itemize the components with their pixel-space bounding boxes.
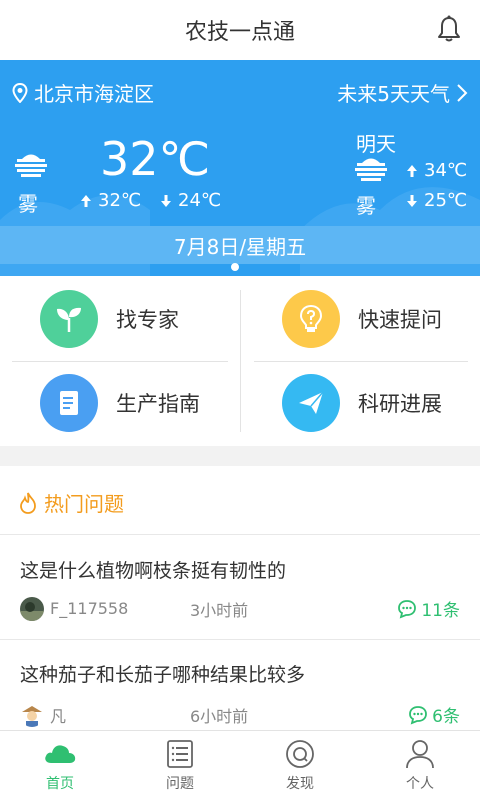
divider bbox=[254, 361, 468, 362]
location[interactable]: 北京市海淀区 bbox=[12, 78, 154, 107]
weather-card[interactable]: 北京市海淀区 未来5天天气 雾 32℃ 32℃ 24℃ 明天 雾 34℃ 25℃… bbox=[0, 60, 480, 276]
question-meta: F_117558 3小时前 11条 bbox=[20, 596, 460, 621]
forecast-label: 未来5天天气 bbox=[337, 82, 450, 106]
today-condition: 雾 bbox=[18, 192, 38, 216]
tab-home[interactable]: 首页 bbox=[0, 731, 120, 800]
menu-label: 生产指南 bbox=[116, 392, 200, 416]
today-high-value: 32℃ bbox=[98, 190, 142, 211]
comment-count-value: 11条 bbox=[421, 601, 460, 621]
username[interactable]: F_117558 bbox=[50, 599, 190, 618]
comment-count[interactable]: 6条 bbox=[408, 702, 460, 727]
seedling-icon bbox=[40, 290, 98, 348]
divider bbox=[240, 290, 241, 432]
menu-label: 快速提问 bbox=[358, 308, 442, 332]
tomorrow-label: 明天 bbox=[356, 132, 396, 156]
document-icon bbox=[40, 374, 98, 432]
tab-label: 个人 bbox=[406, 775, 434, 792]
comment-icon bbox=[409, 705, 428, 724]
divider bbox=[0, 534, 480, 535]
comment-count-value: 6条 bbox=[432, 707, 460, 727]
tab-profile[interactable]: 个人 bbox=[360, 731, 480, 800]
tomorrow-high: 34℃ bbox=[406, 160, 467, 181]
divider bbox=[12, 361, 228, 362]
tab-discover[interactable]: 发现 bbox=[240, 731, 360, 800]
menu-label: 找专家 bbox=[116, 308, 179, 332]
quick-menu: 找专家 快速提问 生产指南 科研进展 bbox=[0, 276, 480, 446]
bell-icon[interactable] bbox=[434, 14, 464, 44]
post-time: 3小时前 bbox=[190, 600, 249, 620]
tab-label: 发现 bbox=[286, 775, 314, 792]
menu-item-find-expert[interactable]: 找专家 bbox=[40, 290, 179, 348]
tomorrow-condition: 雾 bbox=[356, 194, 376, 218]
arrow-down-icon bbox=[407, 194, 417, 207]
arrow-up-icon bbox=[407, 164, 417, 177]
home-cloud-icon bbox=[45, 744, 76, 763]
tab-label: 首页 bbox=[46, 775, 74, 792]
tomorrow-low: 25℃ bbox=[406, 190, 467, 211]
hot-questions-section: 热门问题 这是什么植物啊枝条挺有韧性的 F_117558 3小时前 11条 这种… bbox=[0, 466, 480, 732]
menu-item-production-guide[interactable]: 生产指南 bbox=[40, 374, 200, 432]
question-text: 这是什么植物啊枝条挺有韧性的 bbox=[20, 560, 287, 582]
paper-plane-icon bbox=[282, 374, 340, 432]
forecast-link[interactable]: 未来5天天气 bbox=[337, 78, 468, 107]
tomorrow-high-value: 34℃ bbox=[424, 160, 468, 181]
top-bar: 农技一点通 bbox=[0, 0, 480, 60]
fog-icon bbox=[355, 158, 387, 181]
question-meta: 凡 6小时前 6条 bbox=[20, 702, 460, 727]
avatar[interactable] bbox=[20, 596, 44, 621]
comment-count[interactable]: 11条 bbox=[397, 596, 460, 621]
comment-icon bbox=[398, 599, 417, 618]
post-time: 6小时前 bbox=[190, 706, 249, 726]
today-high: 32℃ bbox=[80, 190, 141, 211]
arrow-up-icon bbox=[81, 194, 91, 207]
chevron-right-icon bbox=[457, 83, 468, 102]
today-low-value: 24℃ bbox=[178, 190, 222, 211]
date-bar: 7月8日/星期五 bbox=[0, 226, 480, 264]
question-text: 这种茄子和长茄子哪种结果比较多 bbox=[20, 664, 306, 686]
discover-icon bbox=[286, 739, 314, 768]
menu-item-quick-ask[interactable]: 快速提问 bbox=[282, 290, 442, 348]
lightbulb-question-icon bbox=[282, 290, 340, 348]
app-title: 农技一点通 bbox=[184, 20, 295, 45]
bottom-nav: 首页 问题 发现 个人 bbox=[0, 730, 480, 800]
tab-label: 问题 bbox=[166, 775, 194, 792]
arrow-down-icon bbox=[161, 194, 171, 207]
today-low: 24℃ bbox=[160, 190, 221, 211]
menu-item-research-progress[interactable]: 科研进展 bbox=[282, 374, 442, 432]
hot-title: 热门问题 bbox=[18, 488, 124, 517]
list-icon bbox=[167, 739, 193, 768]
page-indicator-dot bbox=[231, 263, 239, 271]
location-pin-icon bbox=[12, 82, 28, 103]
current-temperature: 32℃ bbox=[100, 132, 211, 186]
tab-questions[interactable]: 问题 bbox=[120, 731, 240, 800]
username[interactable]: 凡 bbox=[50, 703, 190, 727]
fog-icon bbox=[15, 154, 47, 177]
avatar[interactable] bbox=[20, 702, 44, 727]
date-label: 7月8日/星期五 bbox=[173, 234, 307, 259]
tomorrow-low-value: 25℃ bbox=[424, 190, 468, 211]
menu-label: 科研进展 bbox=[358, 392, 442, 416]
divider bbox=[0, 639, 480, 640]
person-icon bbox=[406, 739, 434, 768]
location-label: 北京市海淀区 bbox=[34, 82, 154, 106]
hot-title-label: 热门问题 bbox=[44, 492, 124, 516]
flame-icon bbox=[20, 492, 36, 514]
